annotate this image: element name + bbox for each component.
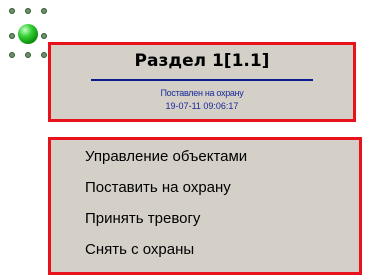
green-ball-icon[interactable] [18, 24, 38, 44]
selection-handle [25, 52, 31, 58]
object-status: Поставлен на охрану [160, 88, 244, 98]
selection-handle [9, 52, 15, 58]
status-timestamp: 19-07-11 09:06:17 [165, 101, 239, 111]
menu-item-manage-objects[interactable]: Управление объектами [85, 148, 247, 165]
menu-item-arm[interactable]: Поставить на охрану [85, 179, 231, 196]
object-title: Раздел 1[1.1] [134, 51, 270, 71]
selection-handle [9, 8, 15, 14]
title-divider [91, 79, 313, 81]
selection-handle [41, 8, 47, 14]
menu-item-accept-alarm[interactable]: Принять тревогу [85, 210, 200, 227]
selection-handle [41, 33, 47, 39]
context-menu: Управление объектами Поставить на охрану… [48, 137, 362, 275]
object-info-panel: Раздел 1[1.1] Поставлен на охрану 19-07-… [48, 42, 356, 122]
screen: Раздел 1[1.1] Поставлен на охрану 19-07-… [0, 0, 367, 277]
selection-handle [9, 33, 15, 39]
menu-item-disarm[interactable]: Снять с охраны [85, 241, 194, 258]
selection-handle [25, 8, 31, 14]
selection-handle [41, 52, 47, 58]
